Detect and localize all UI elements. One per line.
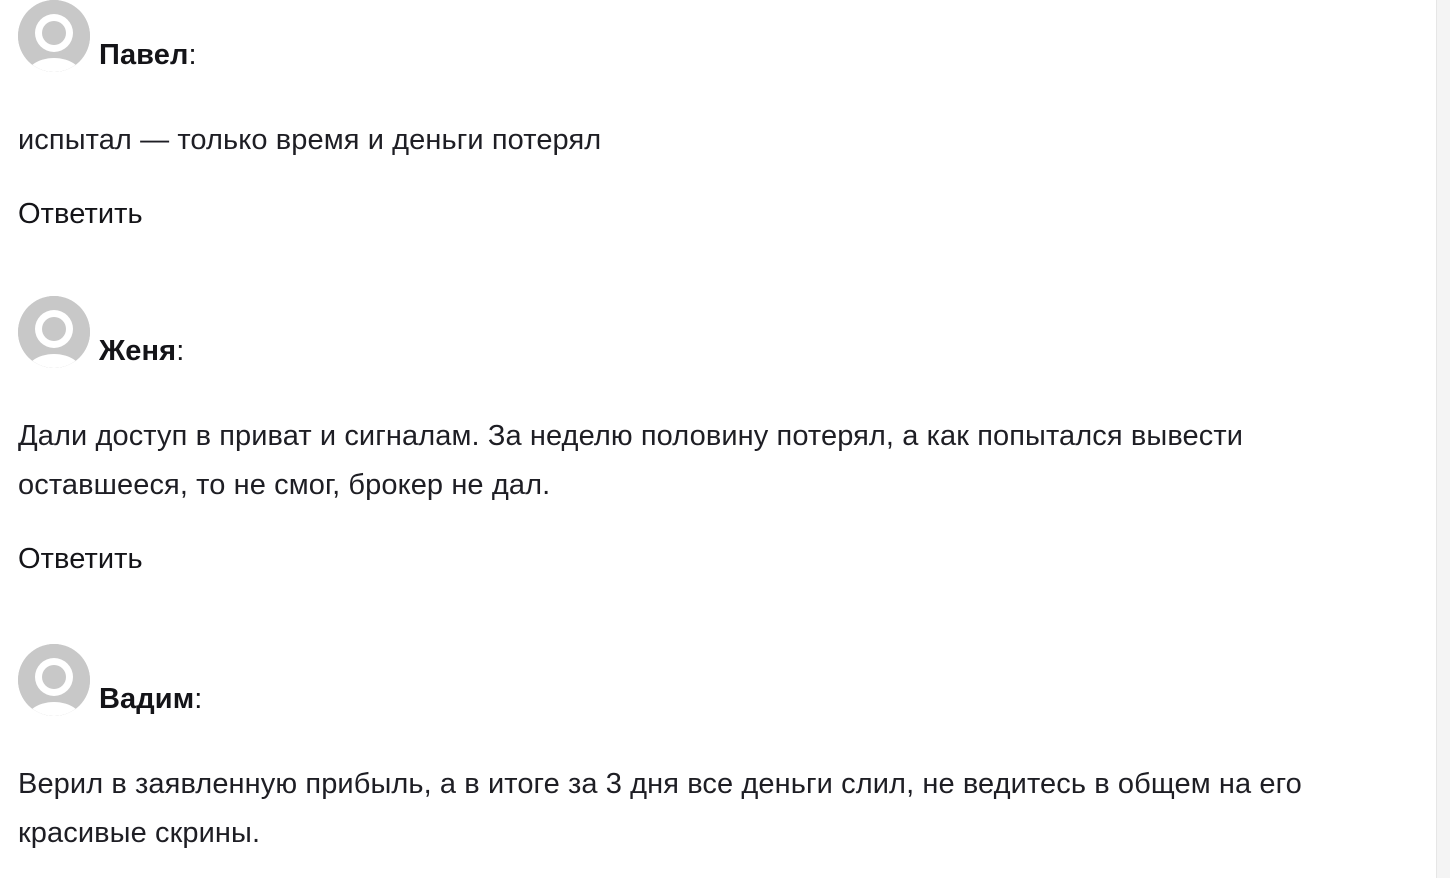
comment-author-name: Вадим — [99, 683, 195, 715]
author-separator: : — [194, 683, 203, 715]
comment-author-name: Женя — [99, 335, 177, 367]
author-separator: : — [188, 39, 197, 71]
user-avatar-icon — [18, 296, 90, 368]
comment-header: Женя: — [18, 296, 1398, 372]
scrollbar-track[interactable] — [1436, 0, 1450, 878]
comment-author: Павел: — [99, 39, 197, 72]
comment-item: Женя: Дали доступ в приват и сигналам. З… — [18, 296, 1398, 576]
user-avatar-icon — [18, 644, 90, 716]
comment-text: испытал — только время и деньги потерял — [18, 124, 602, 156]
author-separator: : — [176, 335, 185, 367]
comment-text: Дали доступ в приват и сигналам. За неде… — [18, 420, 1244, 501]
comment-author: Женя: — [99, 335, 184, 368]
user-avatar-icon — [18, 0, 90, 72]
comment-header: Павел: — [18, 0, 1398, 76]
comment-header: Вадим: — [18, 644, 1398, 720]
reply-link[interactable]: Ответить — [18, 198, 143, 231]
comment-author-name: Павел — [99, 39, 189, 71]
reply-link[interactable]: Ответить — [18, 543, 143, 576]
comment-text: Верил в заявленную прибыль, а в итоге за… — [18, 768, 1302, 849]
comment-item: Вадим: Верил в заявленную прибыль, а в и… — [18, 644, 1398, 858]
comment-item: Павел: испытал — только время и деньги п… — [18, 0, 1398, 231]
comment-author: Вадим: — [99, 683, 202, 716]
